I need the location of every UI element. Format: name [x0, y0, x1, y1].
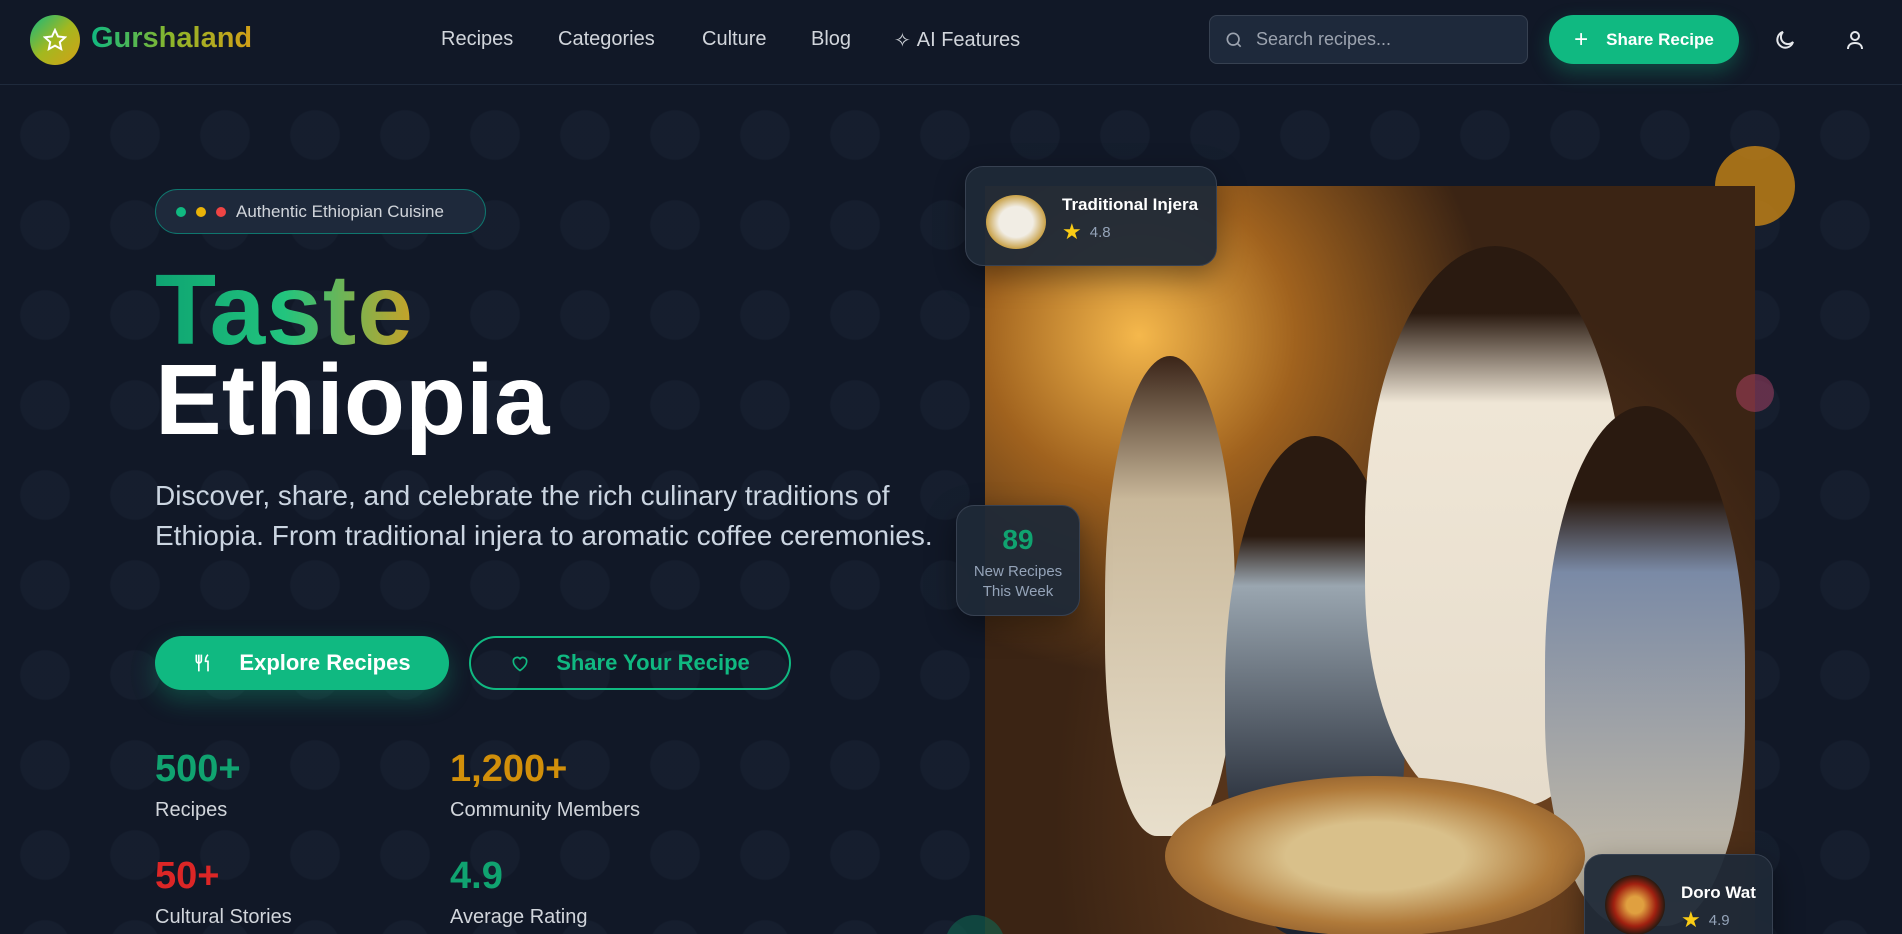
- nav-ai-features[interactable]: ✧ AI Features: [894, 28, 1020, 53]
- hero-image: [985, 186, 1755, 934]
- heart-icon: [512, 656, 528, 672]
- plus-icon: +: [1574, 25, 1589, 53]
- nav-ai-features-label: AI Features: [916, 29, 1021, 51]
- green-dot: [176, 206, 186, 217]
- user-icon[interactable]: [1843, 28, 1867, 52]
- doro-wat-rating: 4.9: [1708, 911, 1730, 929]
- moon-icon[interactable]: [1773, 28, 1797, 52]
- search-box[interactable]: [1209, 15, 1528, 64]
- sparkles-icon: ✧: [894, 30, 911, 52]
- nav-culture[interactable]: Culture: [702, 28, 766, 51]
- search-icon: [1226, 32, 1242, 47]
- share-recipe-label: Share Recipe: [1606, 29, 1714, 49]
- decorative-pink-circle: [1736, 374, 1774, 412]
- logo[interactable]: [30, 15, 80, 65]
- red-dot: [216, 206, 226, 217]
- stat-members-value: 1,200+: [450, 748, 568, 790]
- stat-rating-label: Average Rating: [450, 906, 588, 928]
- yellow-dot: [196, 206, 206, 217]
- stat-members-label: Community Members: [450, 799, 641, 821]
- top-navbar: Gurshaland Recipes Categories Culture Bl…: [0, 0, 1902, 85]
- injera-rating: 4.8: [1089, 223, 1111, 241]
- star-icon: ★: [1062, 219, 1082, 244]
- new-recipes-value: 89: [1002, 524, 1034, 555]
- hero-description: Discover, share, and celebrate the rich …: [155, 480, 933, 551]
- nav-recipes[interactable]: Recipes: [441, 28, 513, 51]
- image-food-platter: [1165, 776, 1585, 934]
- share-recipe-button[interactable]: + Share Recipe: [1549, 15, 1739, 64]
- new-recipes-label: New Recipes This Week: [973, 563, 1063, 600]
- share-your-recipe-label: Share Your Recipe: [556, 650, 750, 675]
- explore-recipes-label: Explore Recipes: [239, 650, 411, 675]
- nav-categories[interactable]: Categories: [558, 28, 655, 51]
- star-icon: ★: [1681, 907, 1701, 932]
- brand-name[interactable]: Gurshaland: [91, 22, 252, 55]
- hero-title-line2: Ethiopia: [155, 344, 550, 456]
- injera-thumbnail: [986, 195, 1046, 249]
- new-recipes-card: 89 New Recipes This Week: [956, 505, 1080, 616]
- search-input[interactable]: [1256, 29, 1496, 50]
- stat-recipes-value: 500+: [155, 748, 241, 790]
- stat-stories-label: Cultural Stories: [155, 906, 292, 928]
- share-your-recipe-button[interactable]: Share Your Recipe: [469, 636, 791, 690]
- doro-wat-card[interactable]: Doro Wat ★ 4.9: [1584, 854, 1773, 934]
- stat-recipes-label: Recipes: [155, 799, 228, 821]
- cuisine-badge: Authentic Ethiopian Cuisine: [155, 189, 486, 234]
- nav-blog[interactable]: Blog: [811, 28, 851, 51]
- explore-recipes-button[interactable]: Explore Recipes: [155, 636, 449, 690]
- injera-card[interactable]: Traditional Injera ★ 4.8: [965, 166, 1217, 266]
- doro-wat-thumbnail: [1605, 875, 1665, 934]
- image-figure: [1105, 356, 1235, 836]
- injera-title: Traditional Injera: [1062, 195, 1199, 214]
- utensils-icon: [195, 654, 210, 672]
- stat-rating-value: 4.9: [450, 855, 503, 897]
- stat-stories-value: 50+: [155, 855, 220, 897]
- star-icon: [43, 28, 67, 52]
- doro-wat-title: Doro Wat: [1681, 883, 1756, 902]
- badge-label: Authentic Ethiopian Cuisine: [236, 201, 444, 221]
